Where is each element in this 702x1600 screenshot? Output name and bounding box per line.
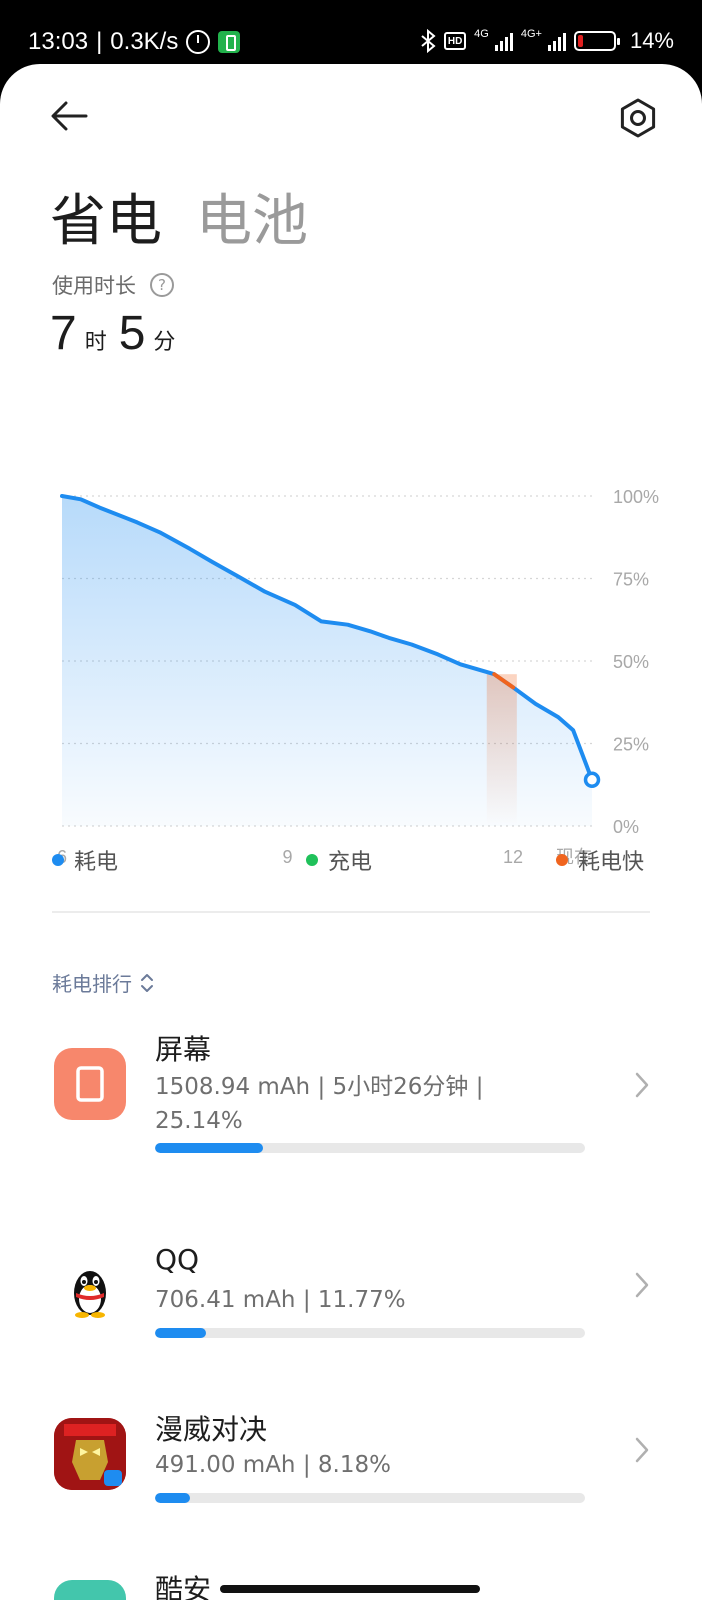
clock: 13:03 <box>28 28 89 55</box>
status-left: 13:03 | 0.3K/s <box>28 28 241 56</box>
legend-item-charge: 充电 <box>306 844 372 876</box>
coolapk-icon <box>54 1580 126 1600</box>
usage-duration-label-row: 使用时长 ? <box>52 270 174 300</box>
item-detail: 1508.94 mAh | 5小时26分钟 | 25.14% <box>155 1074 484 1134</box>
legend-item-drain: 耗电 <box>52 844 118 876</box>
separator: | <box>96 28 103 55</box>
item-detail: 491.00 mAh | 8.18% <box>155 1452 391 1478</box>
legend-label-drain: 耗电 <box>74 850 119 875</box>
sort-chevrons-icon <box>141 973 153 992</box>
legend-label-fast-drain: 耗电快 <box>578 850 645 875</box>
battery-page: 省电 电池 使用时长 ? 7 时 5 分 100%75%50%25%0%6912… <box>0 64 702 1600</box>
battery-icon <box>573 31 620 51</box>
tab-battery[interactable]: 电池 <box>196 176 308 257</box>
legend-dot-charge <box>306 854 318 866</box>
legend-dot-drain <box>52 854 64 866</box>
gear-icon <box>620 98 656 138</box>
current-level-point <box>583 771 601 789</box>
marvel-game-icon <box>54 1418 126 1490</box>
hd-voice-icon: HD <box>444 32 467 50</box>
usage-bar <box>155 1328 585 1338</box>
signal-icon-sim1 <box>494 31 513 51</box>
notification-app-icon <box>218 31 241 53</box>
back-arrow-icon <box>51 101 88 131</box>
usage-hours: 7 <box>50 307 77 360</box>
screen-icon <box>54 1048 126 1120</box>
usage-duration-value: 7 时 5 分 <box>50 306 187 361</box>
chevron-right-icon <box>635 1272 649 1298</box>
usage-bar <box>155 1143 585 1153</box>
legend-item-fast-drain: 耗电快 <box>556 844 644 876</box>
y-tick-label: 25% <box>613 735 649 755</box>
page-tabs: 省电 电池 <box>50 176 308 257</box>
home-indicator[interactable] <box>220 1585 480 1593</box>
battery-percent: 14% <box>629 28 674 53</box>
chevron-right-icon <box>635 1437 649 1463</box>
item-name: 屏幕 <box>155 1033 212 1066</box>
legend-label-charge: 充电 <box>328 850 373 875</box>
usage-bar-fill <box>155 1328 206 1338</box>
sim1-type: 4G <box>474 28 489 40</box>
usage-minutes-unit: 分 <box>153 330 176 355</box>
item-name: 酷安 <box>155 1573 212 1600</box>
fast-drain-band <box>486 674 517 826</box>
usage-hours-unit: 时 <box>84 330 107 355</box>
help-icon[interactable]: ? <box>150 273 174 297</box>
battery-chart-svg: 100%75%50%25%0%6912现在 <box>57 487 659 867</box>
status-right: HD 4G 4G+ 14% <box>420 28 674 54</box>
qq-penguin-icon <box>54 1253 126 1325</box>
item-name: QQ <box>155 1243 200 1276</box>
legend-dot-fast-drain <box>556 854 568 866</box>
network-speed: 0.3K/s <box>110 28 179 55</box>
sim2-type: 4G+ <box>520 28 542 40</box>
ranking-sort-toggle[interactable]: 耗电排行 <box>52 968 154 997</box>
list-item-coolapk[interactable]: 酷安 <box>0 1554 702 1600</box>
bluetooth-icon <box>421 29 436 53</box>
y-tick-label: 100% <box>613 487 659 507</box>
y-tick-label: 0% <box>613 817 639 837</box>
settings-button[interactable] <box>614 94 662 142</box>
chart-legend: 耗电 充电 耗电快 <box>52 844 652 884</box>
signal-icon-sim2 <box>547 31 566 51</box>
item-name: 漫威对决 <box>155 1413 268 1446</box>
y-tick-label: 75% <box>613 570 649 590</box>
divider <box>52 911 650 913</box>
battery-level-chart: 100%75%50%25%0%6912现在 <box>0 404 702 884</box>
usage-duration-label: 使用时长 <box>52 274 136 298</box>
item-detail: 706.41 mAh | 11.77% <box>155 1287 406 1313</box>
usage-bar-fill <box>155 1143 264 1153</box>
list-item-marvel-duel[interactable]: 漫威对决 491.00 mAh | 8.18% <box>0 1394 702 1504</box>
usage-bar-fill <box>155 1493 191 1503</box>
alarm-icon <box>186 30 211 54</box>
chevron-right-icon <box>635 1072 649 1098</box>
list-item-screen[interactable]: 屏幕 1508.94 mAh | 5小时26分钟 | 25.14% <box>0 1014 702 1164</box>
usage-minutes: 5 <box>118 307 146 360</box>
tab-power-saving[interactable]: 省电 <box>50 176 162 257</box>
usage-bar <box>155 1493 585 1503</box>
back-button[interactable] <box>46 94 94 138</box>
ranking-header: 耗电排行 <box>52 972 132 996</box>
list-item-qq[interactable]: QQ 706.41 mAh | 11.77% <box>0 1229 702 1339</box>
y-tick-label: 50% <box>613 652 649 672</box>
